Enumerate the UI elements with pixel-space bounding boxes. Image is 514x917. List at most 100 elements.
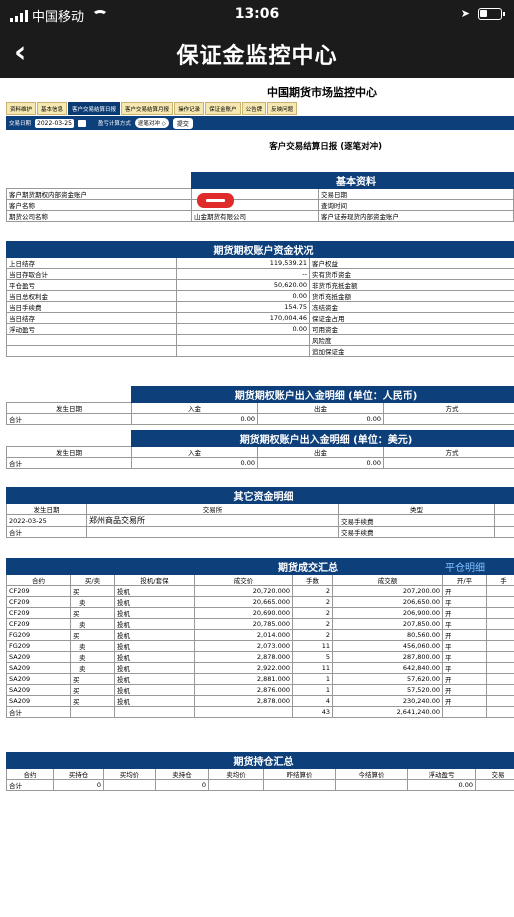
column-header: 类型 bbox=[338, 503, 495, 515]
table-cell: 170,004.46 bbox=[176, 312, 310, 324]
table-cell bbox=[486, 629, 514, 641]
total-row: 合计 0.00 0.00 bbox=[6, 413, 514, 425]
report-title: 客户交易结算日报 (逐笔对冲) bbox=[269, 142, 382, 152]
table-row: CF209 卖投机 20,785.000 2 207,850.00 平 bbox=[6, 618, 514, 630]
submit-button[interactable]: 提交 bbox=[172, 117, 193, 129]
table-cell: 平 bbox=[442, 662, 488, 674]
table-cell: 456,060.00 bbox=[331, 640, 444, 652]
table-cell bbox=[486, 662, 514, 674]
table-cell: 平 bbox=[442, 596, 488, 608]
table-cell bbox=[176, 334, 310, 346]
tab-5[interactable]: 保证金账户 bbox=[205, 102, 241, 115]
table-cell: SA209 bbox=[6, 673, 71, 685]
column-header: 出金 bbox=[257, 446, 384, 458]
tab-3[interactable]: 客户交易结算月报 bbox=[121, 102, 174, 115]
table-cell: 平 bbox=[442, 651, 488, 663]
table-cell: 保证金占用 bbox=[309, 312, 514, 324]
table-cell: 客户期货期权内部资金账户 bbox=[6, 188, 192, 200]
table-cell: 154.75 bbox=[176, 301, 310, 313]
tab-1[interactable]: 基本信息 bbox=[37, 102, 68, 115]
table-cell: SA209 bbox=[6, 695, 71, 707]
table-cell bbox=[486, 596, 514, 608]
table-cell: 买 bbox=[70, 673, 115, 685]
table-cell: 投机 bbox=[114, 618, 195, 630]
tab-7[interactable]: 反映问题 bbox=[267, 102, 298, 115]
tab-0[interactable]: 资料维护 bbox=[6, 102, 37, 115]
phone-top-bar: 中国移动 13:06 ➤ ‹ 保证金监控中心 bbox=[0, 0, 514, 78]
column-header: 浮动盈亏 bbox=[407, 768, 476, 780]
table-cell bbox=[6, 345, 177, 357]
table-cell: 客户权益 bbox=[309, 257, 514, 269]
table-cell bbox=[194, 706, 293, 718]
table-cell: 2,073.000 bbox=[194, 640, 293, 652]
table-cell: 开 bbox=[442, 585, 488, 597]
table-cell: 浮动盈亏 bbox=[6, 323, 177, 335]
table-cell: 1 bbox=[292, 684, 333, 696]
table-cell: CF209 bbox=[6, 618, 71, 630]
table-cell bbox=[335, 779, 408, 791]
table-row: 2022-03-25 郑州商品交易所 交易手续费 bbox=[6, 514, 514, 527]
filter-bar: 交易日期 2022-03-25 盈亏计算方式 逐笔对冲 ◇ 提交 bbox=[6, 116, 514, 130]
column-header: 方式 bbox=[382, 446, 514, 458]
table-cell bbox=[486, 695, 514, 707]
table-cell: 货币充抵金额 bbox=[309, 290, 514, 302]
table-cell: 20,785.000 bbox=[194, 618, 293, 630]
table-cell: 20,690.000 bbox=[194, 607, 293, 619]
table-cell: 非货币充抵金额 bbox=[309, 279, 514, 291]
date-input[interactable]: 2022-03-25 bbox=[35, 118, 74, 128]
tab-6[interactable]: 公告牌 bbox=[241, 102, 267, 115]
table-cell: 买 bbox=[70, 695, 115, 707]
table-cell: 郑州商品交易所 bbox=[86, 514, 339, 527]
table-cell: 50,620.00 bbox=[176, 279, 310, 291]
table-cell bbox=[486, 651, 514, 663]
table-cell: SA209 bbox=[6, 684, 71, 696]
tab-bar: 资料维护 基本信息 客户交易结算日报 客户交易结算月报 操作记录 保证金账户 公告牌 反映问题 bbox=[6, 102, 298, 115]
tab-2[interactable]: 客户交易结算日报 bbox=[68, 102, 121, 115]
column-header: 投机/套保 bbox=[114, 574, 195, 586]
close-detail-tab[interactable]: 平仓明细 bbox=[442, 558, 514, 575]
table-cell: 合计 bbox=[6, 457, 132, 469]
table-cell: 642,840.00 bbox=[331, 662, 444, 674]
table-row: SA209 买投机 2,878.000 4 230,240.00 开 bbox=[6, 695, 514, 707]
table-cell: 0.00 bbox=[176, 290, 310, 302]
table-cell: 合计 bbox=[6, 706, 71, 718]
table-cell: 开 bbox=[442, 684, 488, 696]
table-row: CF209 买投机 20,720.000 2 207,200.00 开 bbox=[6, 585, 514, 597]
header-row: 发生日期 入金 出金 方式 bbox=[6, 402, 514, 414]
column-header: 手 bbox=[486, 574, 514, 586]
usd-flow-title: 期货期权账户出入金明细 (单位：美元) bbox=[130, 430, 514, 447]
table-cell: 0 bbox=[155, 779, 209, 791]
table-cell: 投机 bbox=[114, 596, 195, 608]
cny-flow-table: 期货期权账户出入金明细 (单位：人民币) 发生日期 入金 出金 方式 合计 0.00 0.0… bbox=[6, 386, 514, 425]
table-cell: 2,878.000 bbox=[194, 651, 293, 663]
table-cell: 11 bbox=[292, 662, 333, 674]
trades-table: 期货成交汇总 平仓明细 合约 买/卖 投机/套保 成交价 手数 成交额 开/平手 CF209 买投… bbox=[5, 558, 514, 718]
table-cell: 2022-03-25 bbox=[6, 514, 87, 527]
table-cell: 查询时间 bbox=[318, 199, 514, 211]
column-header: 合约 bbox=[6, 768, 54, 780]
tab-4[interactable]: 操作记录 bbox=[174, 102, 205, 115]
basic-info-table: 基本资料 客户期货期权内部资金账户交易日期2客户名称查询时间2期货公司名称山金期… bbox=[6, 172, 514, 222]
column-header: 交易所 bbox=[86, 503, 339, 515]
table-cell: 43 bbox=[292, 706, 333, 718]
table-cell bbox=[208, 779, 264, 791]
table-cell bbox=[114, 706, 195, 718]
table-cell: 客户证券现货内部资金账户 bbox=[318, 210, 514, 222]
other-funds-table: 其它资金明细 发生日期 交易所 类型 2022-03-25 郑州商品交易所 交易手续费 合计… bbox=[6, 487, 514, 538]
table-cell bbox=[103, 779, 156, 791]
table-row: 平仓盈亏 50,620.00 非货币充抵金额 bbox=[6, 279, 514, 291]
method-select[interactable]: 逐笔对冲 ◇ bbox=[134, 118, 169, 128]
table-row: 追加保证金 bbox=[6, 345, 514, 357]
table-row: SA209 买投机 2,881.000 1 57,620.00 开 bbox=[6, 673, 514, 685]
table-cell: 卖 bbox=[70, 662, 115, 674]
table-cell: 20,665.000 bbox=[194, 596, 293, 608]
table-cell: 交易手续费 bbox=[338, 514, 495, 527]
calendar-icon[interactable] bbox=[77, 119, 86, 127]
table-row: FG209 卖投机 2,073.000 11 456,060.00 平 bbox=[6, 640, 514, 652]
table-cell bbox=[486, 684, 514, 696]
redaction-mark bbox=[197, 193, 234, 208]
table-row: 上日结存 119,539.21 客户权益 bbox=[6, 257, 514, 269]
header-row: 合约 买/卖 投机/套保 成交价 手数 成交额 开/平手 bbox=[6, 574, 514, 586]
table-cell: 交易手续费 bbox=[338, 526, 495, 538]
table-cell: FG209 bbox=[6, 629, 71, 641]
